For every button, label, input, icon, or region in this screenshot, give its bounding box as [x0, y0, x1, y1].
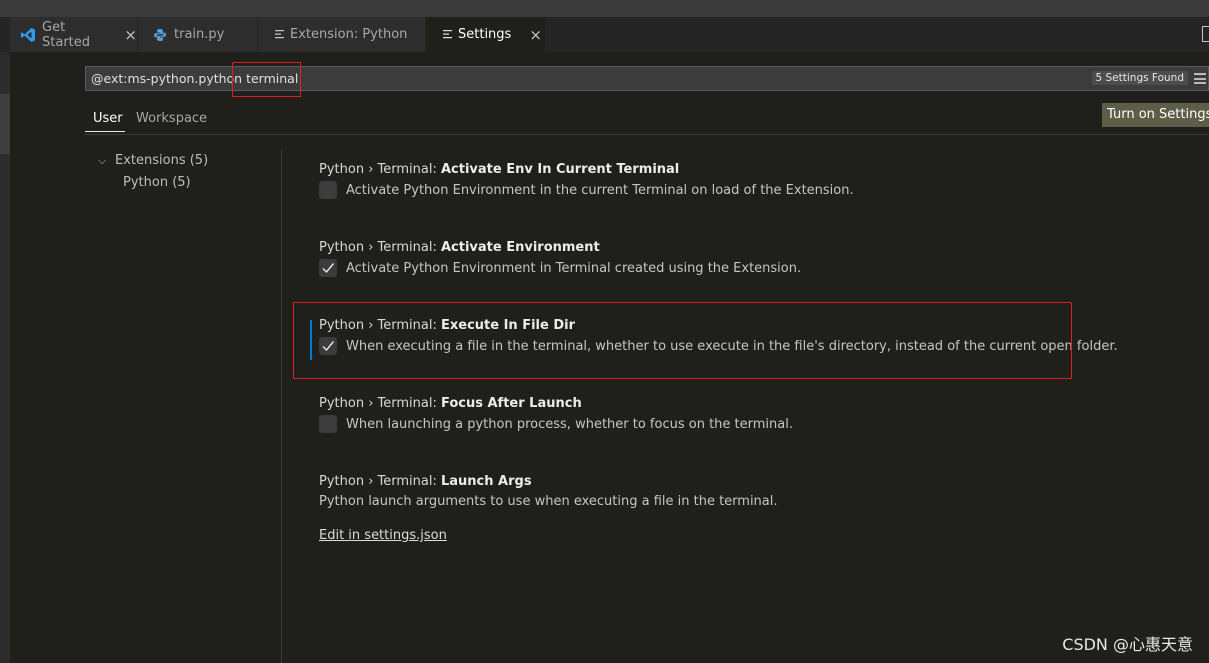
- setting-description: Python launch arguments to use when exec…: [319, 494, 778, 509]
- activity-bar: [0, 52, 10, 663]
- tab-train-py[interactable]: train.py: [138, 17, 258, 52]
- setting-name: Launch Args: [440, 474, 532, 489]
- setting-focus-after-launch: Python › Terminal: Focus After Launch Wh…: [319, 396, 793, 433]
- setting-activate-environment: Python › Terminal: Activate Environment …: [319, 240, 801, 277]
- annotation-box-search-term: [232, 62, 301, 97]
- vscode-logo-icon: [20, 27, 36, 43]
- setting-launch-args: Python › Terminal: Launch Args Python la…: [319, 474, 778, 509]
- turn-on-settings-sync-button[interactable]: Turn on Settings Sync: [1102, 103, 1209, 127]
- toc-label: Extensions (5): [115, 153, 209, 168]
- tab-user[interactable]: User: [93, 111, 123, 126]
- watermark: CSDN @心惠天意: [1062, 635, 1193, 654]
- check-icon: [322, 263, 335, 274]
- toc-item-extensions[interactable]: ⌵ Extensions (5): [98, 153, 208, 168]
- window-top-strip: [0, 0, 1209, 17]
- toc-divider: [281, 150, 282, 663]
- split-editor-icon[interactable]: [1202, 26, 1209, 42]
- scope-tabs-divider: [85, 134, 1209, 135]
- annotation-box-execute-in-file-dir: [293, 302, 1072, 379]
- setting-description: Activate Python Environment in Terminal …: [346, 260, 802, 276]
- tab-label: Extension: Python: [290, 27, 408, 42]
- preview-icon: [275, 27, 285, 43]
- setting-category: Python › Terminal:: [319, 240, 441, 255]
- setting-description: Activate Python Environment in the curre…: [346, 182, 854, 198]
- setting-checkbox[interactable]: [319, 181, 337, 199]
- setting-title: Python › Terminal: Activate Environment: [319, 240, 801, 255]
- tab-label: train.py: [174, 27, 225, 42]
- chevron-down-icon: ⌵: [98, 154, 107, 167]
- setting-checkbox[interactable]: [319, 415, 337, 433]
- tab-settings[interactable]: Settings ×: [426, 17, 546, 52]
- close-icon[interactable]: ×: [529, 26, 542, 44]
- setting-category: Python › Terminal:: [319, 162, 441, 177]
- editor-tab-bar: Get Started × train.py Extension: Python…: [0, 17, 1209, 52]
- active-tab-underline: [85, 131, 125, 132]
- tab-label: Get Started: [42, 19, 91, 50]
- filter-lines-icon[interactable]: [1194, 73, 1206, 84]
- setting-name: Activate Environment: [440, 240, 600, 255]
- setting-checkbox[interactable]: [319, 259, 337, 277]
- scrollbar-thumb[interactable]: [0, 94, 10, 154]
- settings-count-badge: 5 Settings Found: [1091, 71, 1188, 85]
- setting-name: Activate Env In Current Terminal: [440, 162, 680, 177]
- close-icon[interactable]: ×: [124, 26, 137, 44]
- setting-title: Python › Terminal: Launch Args: [319, 474, 778, 489]
- setting-title: Python › Terminal: Focus After Launch: [319, 396, 793, 411]
- tab-get-started[interactable]: Get Started ×: [10, 17, 138, 52]
- tab-label: Settings: [458, 27, 512, 42]
- python-file-icon: [152, 27, 168, 43]
- preview-icon: [443, 27, 453, 43]
- setting-description: When launching a python process, whether…: [346, 416, 793, 432]
- setting-name: Focus After Launch: [440, 396, 582, 411]
- toc-item-python[interactable]: Python (5): [123, 175, 191, 190]
- setting-category: Python › Terminal:: [319, 396, 441, 411]
- setting-activate-env-in-current-terminal: Python › Terminal: Activate Env In Curre…: [319, 162, 854, 199]
- tab-workspace[interactable]: Workspace: [136, 111, 207, 126]
- setting-title: Python › Terminal: Activate Env In Curre…: [319, 162, 854, 177]
- edit-in-settings-json-link[interactable]: Edit in settings.json: [319, 528, 447, 543]
- setting-category: Python › Terminal:: [319, 474, 441, 489]
- tab-extension-python[interactable]: Extension: Python: [258, 17, 426, 52]
